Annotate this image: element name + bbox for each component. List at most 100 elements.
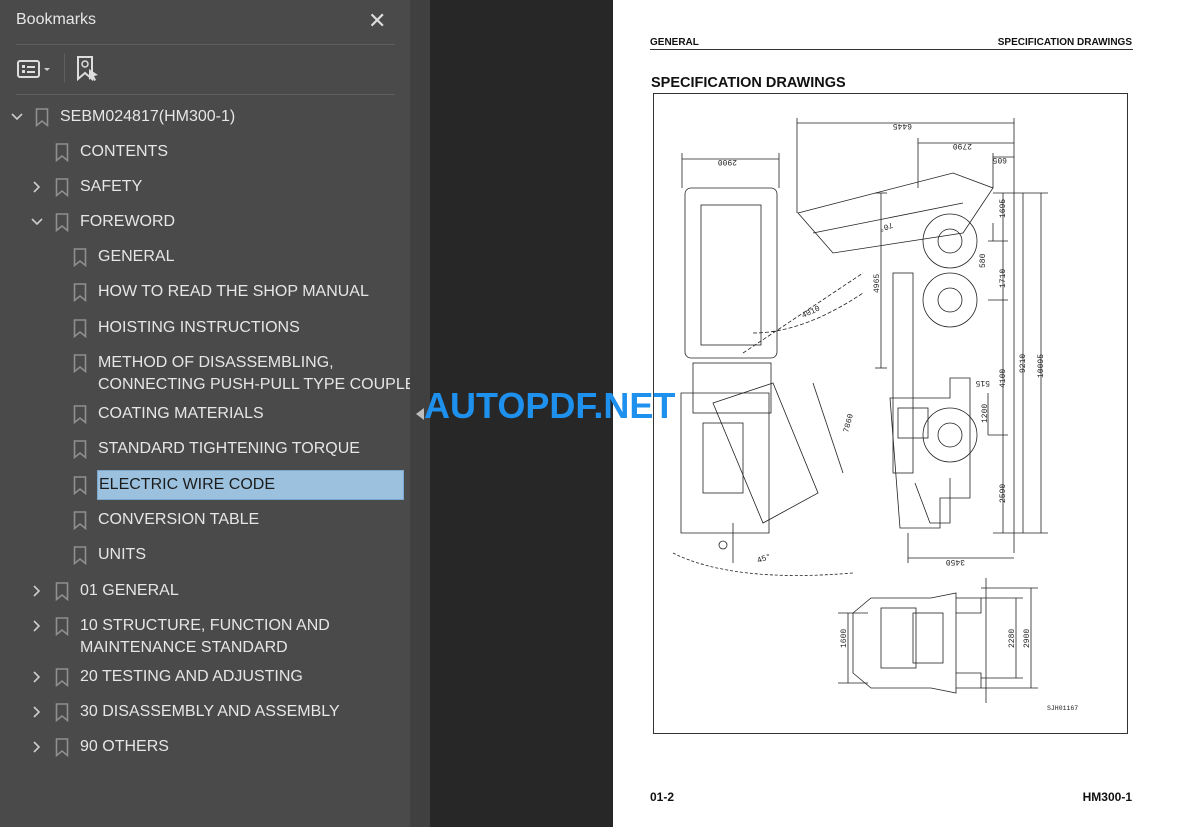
bookmark-label-line: 20 TESTING AND ADJUSTING (80, 668, 303, 685)
dim-6445: 6445 (893, 121, 912, 130)
bookmark-item[interactable]: 20 TESTING AND ADJUSTING (0, 666, 405, 690)
angle-45: 45° (756, 552, 773, 565)
bookmark-label: COATING MATERIALS (98, 403, 264, 425)
bookmark-item[interactable]: FOREWORD (0, 211, 405, 235)
bookmark-label: HOISTING INSTRUCTIONS (98, 317, 300, 339)
chevron-right-icon[interactable] (30, 176, 44, 198)
close-icon[interactable]: ✕ (368, 8, 386, 34)
bookmark-icon (55, 738, 69, 757)
model-name: HM300-1 (1082, 790, 1132, 804)
dim-2590: 2590 (999, 484, 1008, 503)
chevron-right-icon[interactable] (30, 580, 44, 602)
bookmark-label-line: HOISTING INSTRUCTIONS (98, 319, 300, 336)
bookmark-label-line: 30 DISASSEMBLY AND ASSEMBLY (80, 703, 340, 720)
bookmark-label: METHOD OF DISASSEMBLING, CONNECTING PUSH-… (98, 352, 427, 396)
bookmark-icon (73, 283, 87, 302)
dim-4010: 4010 (800, 304, 821, 320)
bookmark-label-line: CONNECTING PUSH-PULL TYPE COUPLER (98, 376, 427, 393)
bookmark-item[interactable]: HOW TO READ THE SHOP MANUAL (0, 281, 405, 305)
bookmark-label-line: MAINTENANCE STANDARD (80, 639, 288, 656)
chevron-down-icon[interactable] (10, 106, 24, 128)
bookmark-icon (55, 213, 69, 232)
dim-1600: 1600 (840, 629, 849, 648)
dim-2900: 2900 (1023, 629, 1032, 648)
bookmark-icon (55, 582, 69, 601)
dim-515: 515 (975, 378, 990, 387)
bookmark-icon (55, 143, 69, 162)
bookmark-item[interactable]: ELECTRIC WIRE CODE (0, 470, 405, 500)
dim-580: 580 (979, 253, 988, 268)
bookmark-item[interactable]: HOISTING INSTRUCTIONS (0, 317, 405, 341)
bookmark-item[interactable]: STANDARD TIGHTENING TORQUE (0, 438, 405, 462)
divider (16, 44, 395, 45)
bookmark-label-line: HOW TO READ THE SHOP MANUAL (98, 283, 369, 300)
dim-1695: 1695 (999, 199, 1008, 218)
bookmark-label: CONTENTS (80, 141, 168, 163)
running-header-right: SPECIFICATION DRAWINGS (997, 37, 1132, 48)
bookmark-icon (73, 354, 87, 373)
chevron-right-icon[interactable] (30, 736, 44, 758)
list-options-icon (17, 60, 50, 78)
bookmark-label: STANDARD TIGHTENING TORQUE (98, 438, 360, 460)
chevron-down-icon[interactable] (30, 211, 44, 233)
bookmark-icon (55, 668, 69, 687)
chevron-right-icon[interactable] (30, 701, 44, 723)
bookmark-item[interactable]: UNITS (0, 544, 405, 568)
bookmark-item[interactable]: SEBM024817(HM300-1) (0, 106, 405, 130)
bookmark-label: SAFETY (80, 176, 142, 198)
bookmark-label: FOREWORD (80, 211, 175, 233)
bookmark-item[interactable]: 30 DISASSEMBLY AND ASSEMBLY (0, 701, 405, 725)
bookmark-label: UNITS (98, 544, 146, 566)
pdf-page: GENERAL SPECIFICATION DRAWINGS SPECIFICA… (613, 0, 1200, 827)
bookmark-item[interactable]: METHOD OF DISASSEMBLING, CONNECTING PUSH-… (0, 352, 427, 400)
bookmark-label-line: STANDARD TIGHTENING TORQUE (98, 440, 360, 457)
divider (16, 94, 395, 95)
options-menu-button[interactable] (17, 55, 53, 83)
bookmarks-panel: Bookmarks ✕ SEBM024817(HM300-1) CONTENTS S… (0, 0, 427, 827)
bookmark-item[interactable]: COATING MATERIALS (0, 403, 405, 427)
bookmark-label: 20 TESTING AND ADJUSTING (80, 666, 303, 688)
bookmark-label-line: 10 STRUCTURE, FUNCTION AND (80, 617, 330, 634)
bookmark-item[interactable]: GENERAL (0, 246, 405, 270)
bookmark-label: HOW TO READ THE SHOP MANUAL (98, 281, 369, 303)
watermark: AUTOPDF.NET (424, 385, 676, 426)
dim-1710: 1710 (999, 269, 1008, 288)
panel-title: Bookmarks (16, 11, 97, 28)
bookmark-item[interactable]: 90 OTHERS (0, 736, 405, 760)
bookmark-label-line: 90 OTHERS (80, 738, 169, 755)
chevron-right-icon[interactable] (30, 666, 44, 688)
find-bookmark-button[interactable] (76, 55, 100, 83)
bookmark-item[interactable]: SAFETY (0, 176, 405, 200)
bookmark-label-line: 01 GENERAL (80, 582, 179, 599)
bookmark-item[interactable]: 10 STRUCTURE, FUNCTION AND MAINTENANCE ST… (0, 615, 405, 663)
specification-drawing: 6445 2790 605 2900 1695 580 1710 9210 10… (653, 93, 1128, 734)
section-title: SPECIFICATION DRAWINGS (651, 75, 846, 91)
dim-7860: 7860 (842, 413, 856, 434)
collapse-panel-icon[interactable] (416, 408, 424, 420)
bookmark-icon (55, 178, 69, 197)
bookmark-label-line: METHOD OF DISASSEMBLING, (98, 354, 334, 371)
bookmark-icon (73, 546, 87, 565)
bookmark-label: CONVERSION TABLE (98, 509, 259, 531)
running-header-left: GENERAL (650, 37, 699, 48)
bookmark-label-line: CONTENTS (80, 143, 168, 160)
dim-2280: 2280 (1008, 629, 1017, 648)
dim-2900-top: 2900 (718, 157, 737, 166)
bookmark-item[interactable]: 01 GENERAL (0, 580, 405, 604)
bookmark-label-line: FOREWORD (80, 213, 176, 230)
bookmark-icon (73, 405, 87, 424)
bookmark-item[interactable]: CONTENTS (0, 141, 405, 165)
drawing-code: SJH01167 (1047, 705, 1078, 712)
bookmark-label: 10 STRUCTURE, FUNCTION AND MAINTENANCE ST… (80, 615, 330, 659)
bookmark-icon (55, 703, 69, 722)
toolbar-separator (64, 53, 65, 83)
header-rule (650, 49, 1133, 50)
bookmark-label-line: SAFETY (80, 178, 143, 195)
bookmark-label-line: GENERAL (98, 248, 175, 265)
bookmark-label: SEBM024817(HM300-1) (60, 106, 235, 128)
bookmark-item[interactable]: CONVERSION TABLE (0, 509, 405, 533)
bookmark-label-line: UNITS (98, 546, 146, 563)
bookmark-label-line: SEBM024817(HM300-1) (60, 108, 236, 125)
chevron-right-icon[interactable] (30, 615, 44, 637)
bookmark-icon (73, 319, 87, 338)
